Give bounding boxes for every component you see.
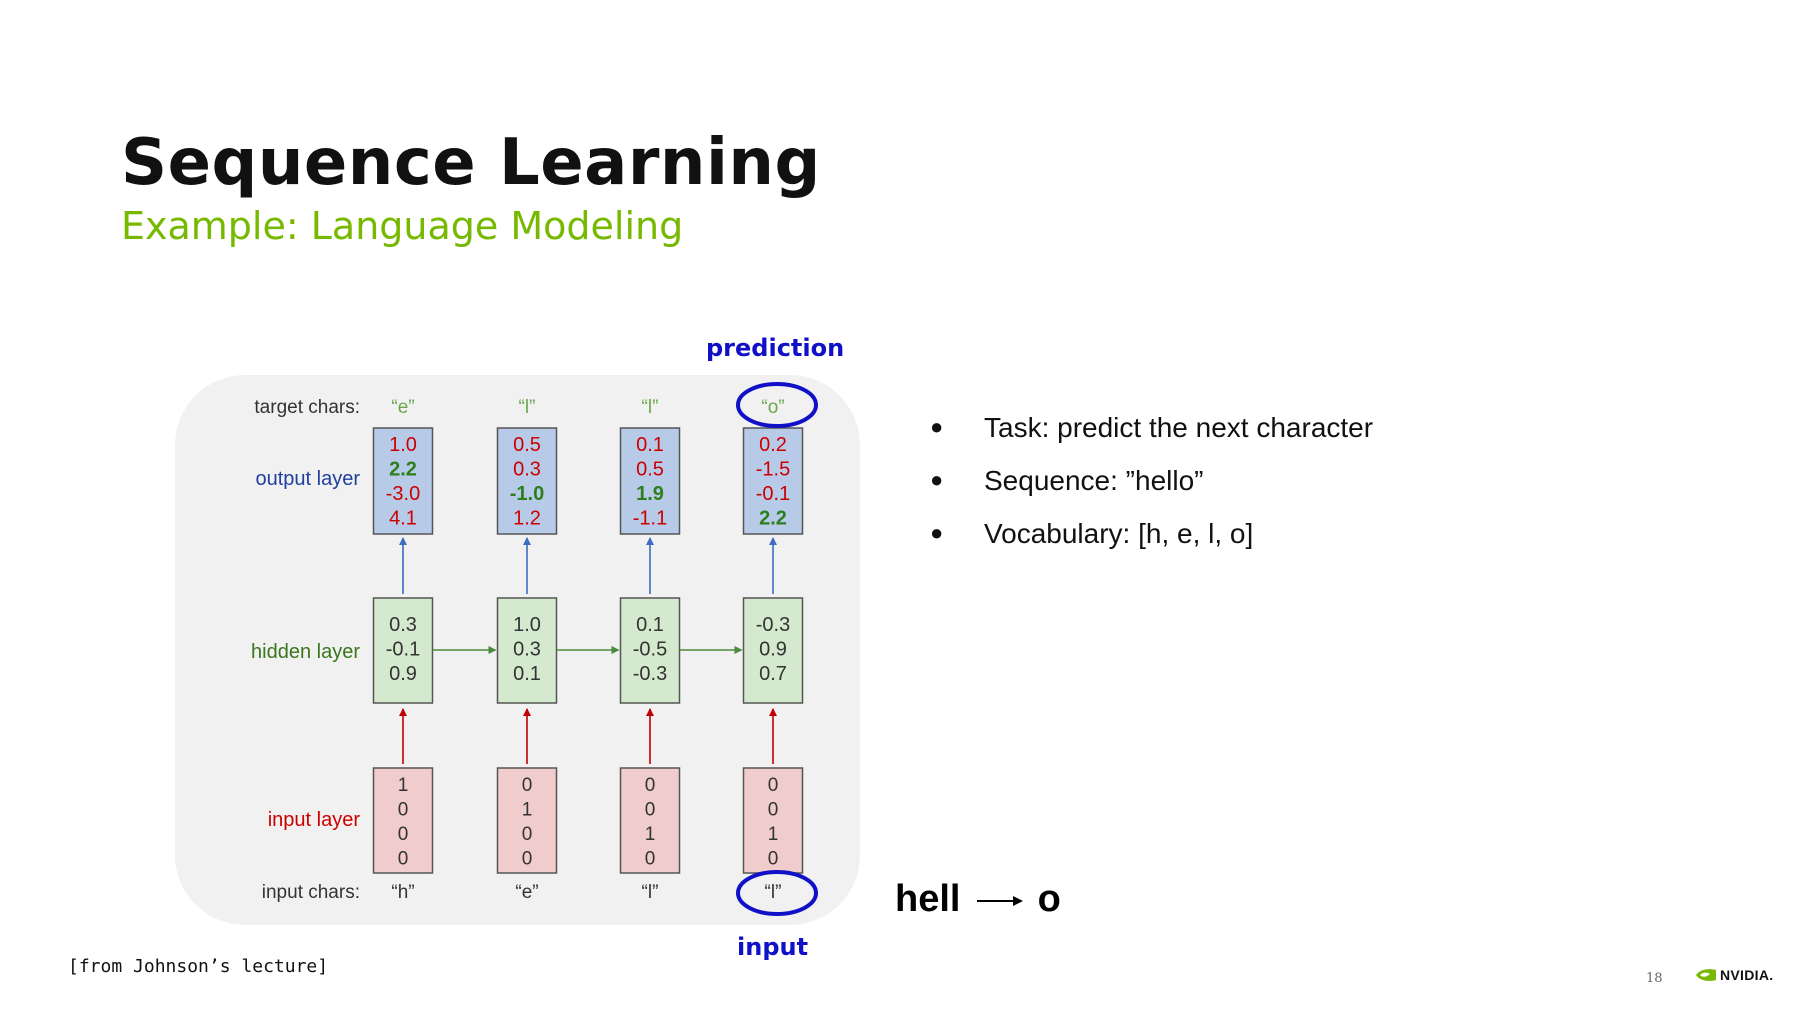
output-value: 1.2 <box>513 508 541 530</box>
input-value: 0 <box>522 849 533 870</box>
input-value: 0 <box>645 800 656 821</box>
output-value: 1.9 <box>636 483 664 505</box>
input-value: 1 <box>645 824 656 845</box>
hidden-value: 0.1 <box>636 614 664 636</box>
input-char: “l” <box>642 882 659 903</box>
hell-text: hell <box>895 878 961 920</box>
hidden-value: -0.5 <box>633 639 667 661</box>
output-value: -0.1 <box>756 483 790 505</box>
input-char: “h” <box>391 882 414 903</box>
hell-to-o-example: hell o <box>895 878 1061 921</box>
bullet-item: Sequence: ”hello” <box>930 465 1373 518</box>
output-value: 0.3 <box>513 459 541 481</box>
output-value: 2.2 <box>759 508 787 530</box>
hidden-value: 0.3 <box>513 639 541 661</box>
input-value: 0 <box>645 775 656 796</box>
bullet-item: Vocabulary: [h, e, l, o] <box>930 518 1373 571</box>
target-char: “l” <box>642 397 659 418</box>
hidden-value: -0.3 <box>756 614 790 636</box>
output-value: -1.1 <box>633 508 667 530</box>
row-label-input-chars: input chars: <box>262 882 360 903</box>
rnn-diagram: target chars: output layer hidden layer inp… <box>175 375 860 925</box>
input-label: input <box>737 933 809 961</box>
o-text: o <box>1037 878 1061 920</box>
input-value: 0 <box>768 849 779 870</box>
row-label-target-chars: target chars: <box>254 397 360 418</box>
hidden-value: -0.3 <box>633 663 667 685</box>
nvidia-eye-icon <box>1696 969 1716 981</box>
input-value: 0 <box>398 849 409 870</box>
row-label-input-layer: input layer <box>268 809 361 831</box>
hidden-value: 0.9 <box>389 663 417 685</box>
nvidia-logo: NVIDIA. <box>1695 967 1773 983</box>
row-label-hidden-layer: hidden layer <box>251 641 360 663</box>
input-value: 0 <box>522 824 533 845</box>
hidden-value: -0.1 <box>386 639 420 661</box>
output-value: 2.2 <box>389 459 417 481</box>
input-value: 1 <box>398 775 409 796</box>
target-char: “e” <box>391 397 414 418</box>
output-value: 1.0 <box>389 434 417 456</box>
output-value: 0.5 <box>636 459 664 481</box>
input-value: 0 <box>768 775 779 796</box>
target-char: “o” <box>761 397 784 418</box>
input-char: “e” <box>515 882 538 903</box>
slide-title: Sequence Learning <box>121 126 821 200</box>
output-value: -1.0 <box>510 483 544 505</box>
output-value: -1.5 <box>756 459 790 481</box>
input-value: 0 <box>645 849 656 870</box>
input-value: 0 <box>398 800 409 821</box>
bullet-list: Task: predict the next character Sequenc… <box>930 412 1373 571</box>
output-value: 4.1 <box>389 508 417 530</box>
hidden-value: 0.9 <box>759 639 787 661</box>
hidden-value: 1.0 <box>513 614 541 636</box>
target-char: “l” <box>519 397 536 418</box>
input-value: 1 <box>768 824 779 845</box>
output-value: 0.5 <box>513 434 541 456</box>
bullet-item: Task: predict the next character <box>930 412 1373 465</box>
right-arrow-icon <box>977 885 1024 919</box>
prediction-label: prediction <box>706 334 845 362</box>
slide-subtitle: Example: Language Modeling <box>121 204 684 248</box>
source-citation: [from Johnson’s lecture] <box>68 956 329 977</box>
input-value: 0 <box>522 775 533 796</box>
output-value: 0.1 <box>636 434 664 456</box>
hidden-value: 0.7 <box>759 663 787 685</box>
hidden-value: 0.1 <box>513 663 541 685</box>
output-value: -3.0 <box>386 483 420 505</box>
input-value: 1 <box>522 800 533 821</box>
row-label-output-layer: output layer <box>255 468 360 490</box>
input-value: 0 <box>768 800 779 821</box>
input-char: “l” <box>765 882 782 903</box>
hidden-value: 0.3 <box>389 614 417 636</box>
output-value: 0.2 <box>759 434 787 456</box>
input-value: 0 <box>398 824 409 845</box>
page-number: 18 <box>1646 971 1663 986</box>
